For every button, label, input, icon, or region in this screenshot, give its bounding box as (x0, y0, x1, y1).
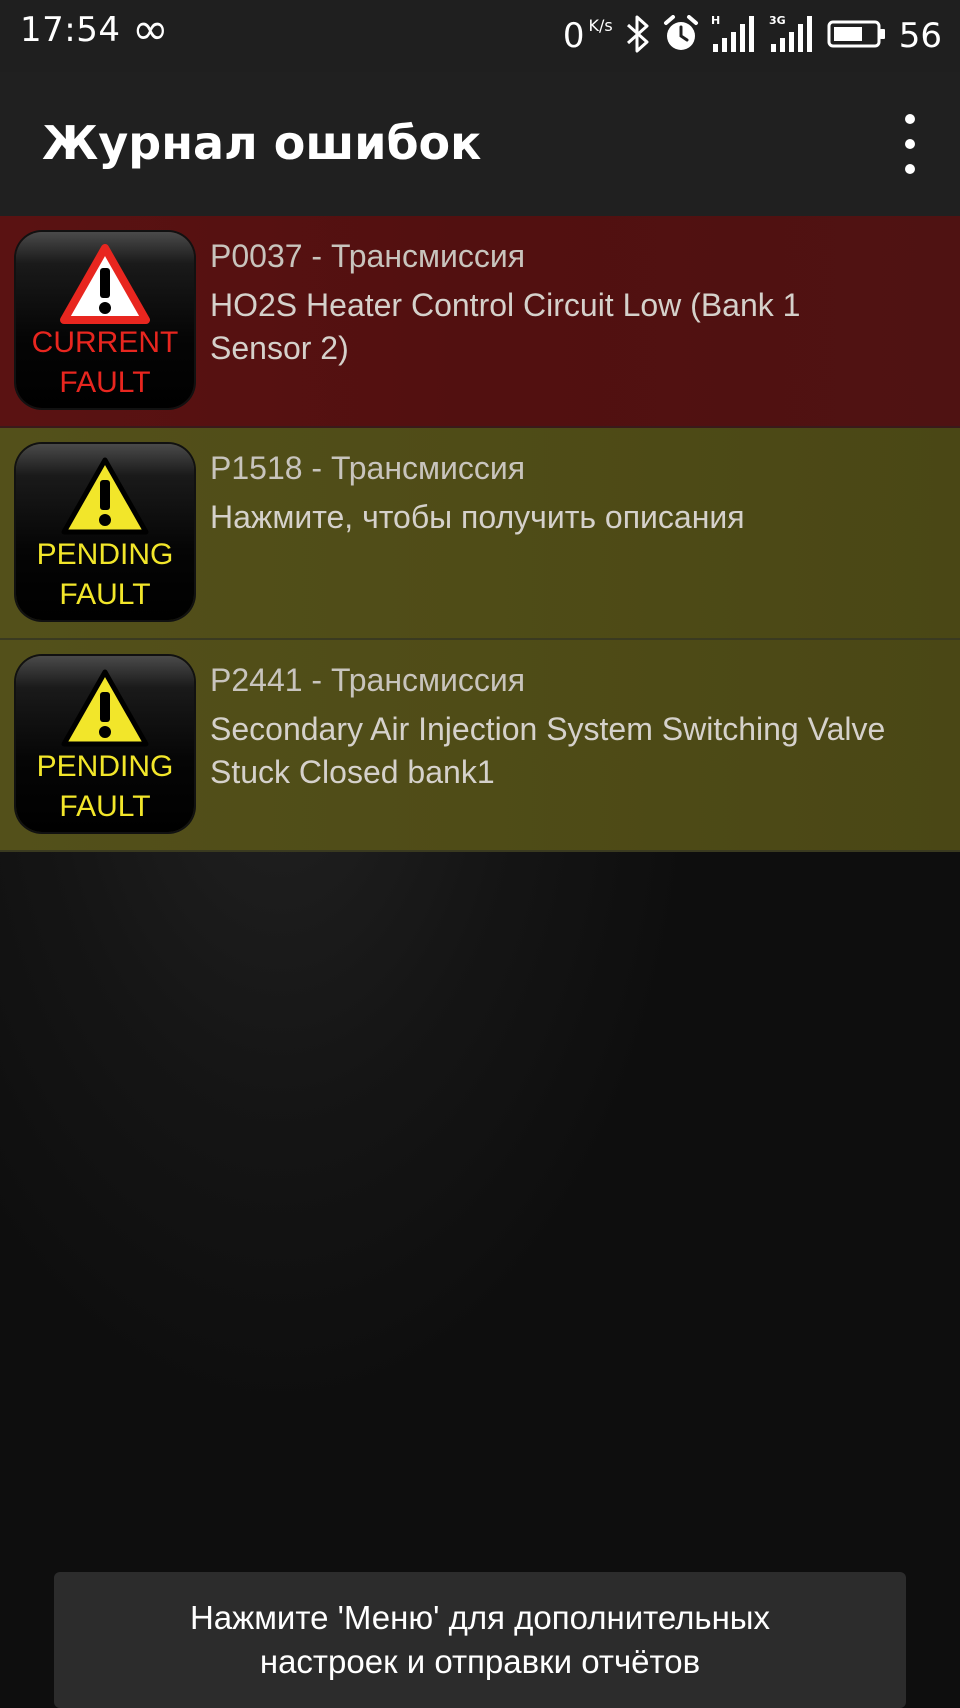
status-icons: 0 K/s H 3G 56 (563, 0, 942, 72)
warning-triangle-icon (61, 457, 149, 535)
pending-fault-badge: PENDING FAULT (16, 656, 194, 832)
alarm-clock-icon (663, 15, 699, 57)
fault-code: P0037 - Трансмиссия (210, 238, 526, 274)
network-speed: 0 K/s (563, 16, 613, 56)
badge-label-line1: PENDING (36, 538, 174, 571)
fault-code: P1518 - Трансмиссия (210, 450, 526, 486)
fault-description: HO2S Heater Control Circuit Low (Bank 1 … (210, 287, 801, 366)
app-bar: Журнал ошибок (0, 72, 960, 216)
badge-label-line2: FAULT (59, 790, 151, 823)
fault-row[interactable]: CURRENT FAULT P0037 - Трансмиссия HO2S H… (0, 216, 960, 428)
pending-fault-badge: PENDING FAULT (16, 444, 194, 620)
menu-hint-toast: Нажмите 'Меню' для дополнительных настро… (54, 1572, 906, 1708)
infinity-icon: ∞ (132, 4, 169, 55)
fault-row[interactable]: PENDING FAULT P2441 - Трансмиссия Second… (0, 640, 960, 852)
battery-icon (827, 19, 887, 53)
battery-level: 56 (898, 16, 942, 56)
current-fault-badge: CURRENT FAULT (16, 232, 194, 408)
fault-row[interactable]: PENDING FAULT P1518 - Трансмиссия Нажмит… (0, 428, 960, 640)
fault-log-content: CURRENT FAULT P0037 - Трансмиссия HO2S H… (0, 216, 960, 1708)
fault-list: CURRENT FAULT P0037 - Трансмиссия HO2S H… (0, 216, 960, 852)
toast-message: Нажмите 'Меню' для дополнительных настро… (189, 1599, 771, 1680)
network-type-label: H (711, 14, 720, 27)
warning-triangle-icon (60, 244, 150, 324)
fault-description: Secondary Air Injection System Switching… (210, 711, 886, 790)
network-speed-value: 0 (562, 16, 585, 56)
warning-triangle-icon (61, 669, 149, 747)
overflow-menu-icon[interactable] (890, 114, 930, 174)
fault-code: P2441 - Трансмиссия (210, 662, 526, 698)
badge-label-line1: PENDING (36, 750, 174, 783)
badge-label-line2: FAULT (59, 578, 151, 611)
network-type-label-2: 3G (769, 14, 786, 27)
status-time: 17:54 (20, 10, 121, 50)
fault-description: Нажмите, чтобы получить описания (210, 499, 745, 535)
badge-label-line2: FAULT (59, 366, 151, 399)
badge-label-line1: CURRENT (31, 326, 179, 359)
bluetooth-icon (625, 14, 651, 58)
network-speed-unit: K/s (588, 16, 613, 35)
signal-bars-icon-2: 3G (769, 14, 815, 58)
status-bar: 17:54 ∞ 0 K/s H 3G 56 (0, 0, 960, 72)
signal-bars-icon: H (711, 14, 757, 58)
page-title: Журнал ошибок (42, 116, 482, 170)
